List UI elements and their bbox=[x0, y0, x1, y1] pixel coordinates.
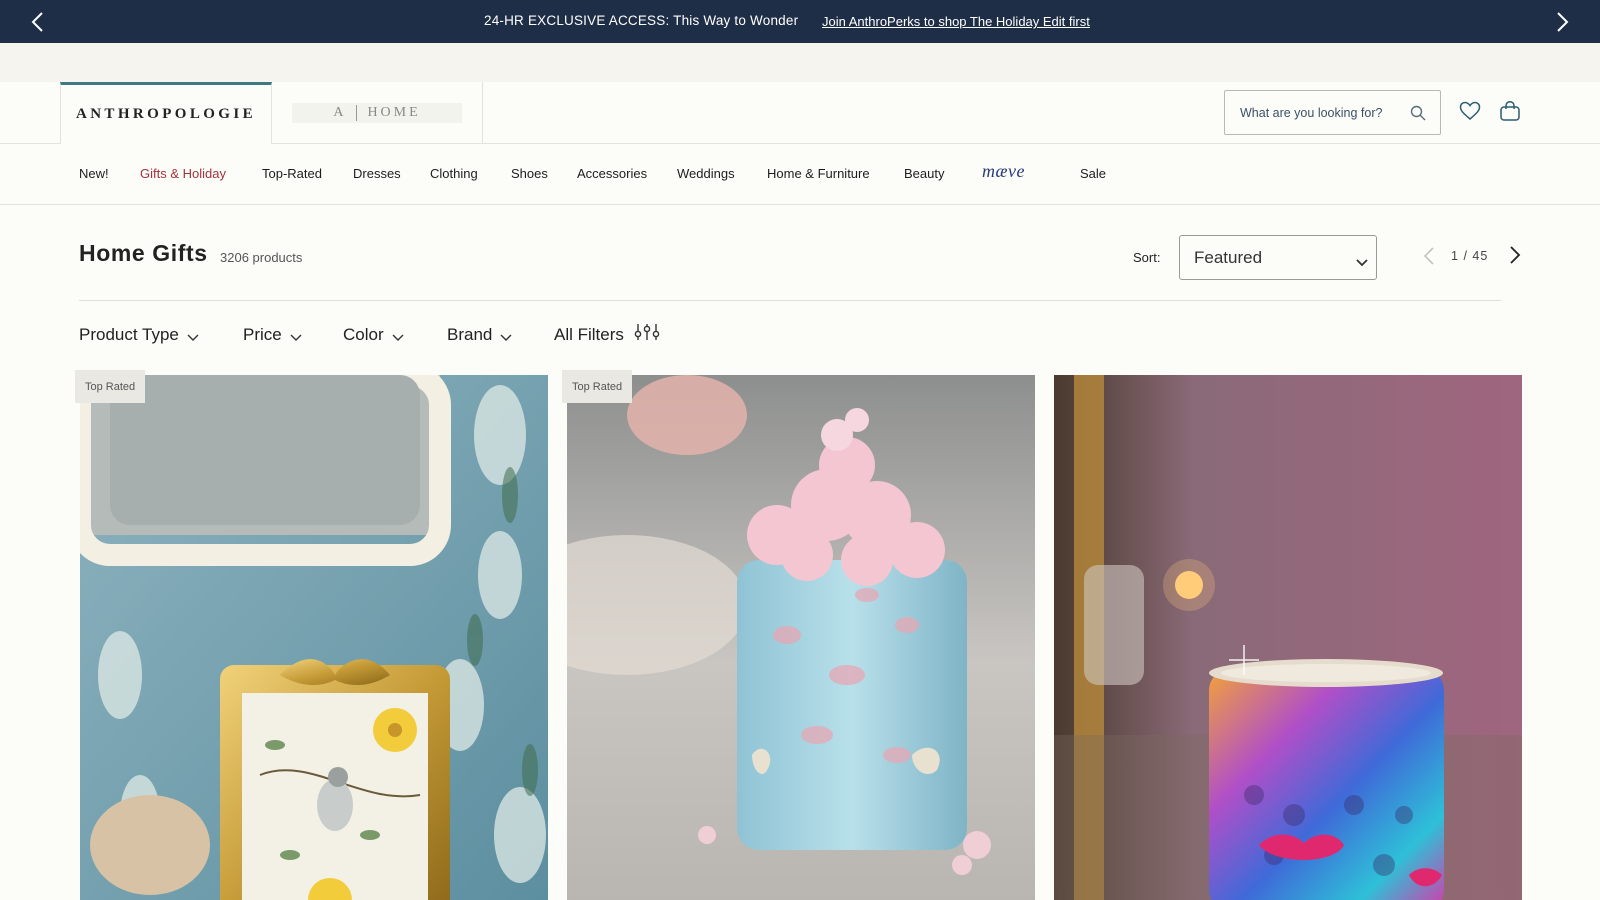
shopping-bag-icon[interactable] bbox=[1498, 99, 1522, 123]
product-image bbox=[1054, 375, 1522, 900]
search-input[interactable] bbox=[1240, 105, 1410, 120]
nav-item-new[interactable]: New! bbox=[79, 166, 109, 181]
chevron-down-icon bbox=[500, 327, 512, 347]
filter-label: Product Type bbox=[79, 325, 179, 344]
chevron-down-icon bbox=[1356, 252, 1368, 272]
search-box[interactable] bbox=[1224, 90, 1441, 135]
page-separator: / bbox=[1463, 249, 1468, 263]
top-rated-badge: Top Rated bbox=[75, 370, 146, 403]
page-total: 45 bbox=[1472, 249, 1489, 263]
next-page-icon[interactable] bbox=[1504, 242, 1526, 268]
product-image bbox=[567, 375, 1035, 900]
anthropologie-logo: ANTHROPOLOGIE bbox=[75, 106, 257, 122]
prev-page-icon[interactable] bbox=[1418, 243, 1440, 269]
nav-item-clothing[interactable]: Clothing bbox=[430, 166, 478, 181]
filter-price[interactable]: Price bbox=[243, 323, 302, 347]
nav-item-beauty[interactable]: Beauty bbox=[904, 166, 944, 181]
filter-sliders-icon bbox=[634, 323, 660, 346]
tab-anthropologie[interactable]: ANTHROPOLOGIE bbox=[60, 82, 272, 144]
nav-item-sale[interactable]: Sale bbox=[1080, 166, 1106, 181]
page-current: 1 bbox=[1451, 249, 1459, 263]
product-card-lips-candle[interactable] bbox=[1054, 375, 1522, 900]
filter-label: Brand bbox=[447, 325, 493, 344]
heart-icon[interactable] bbox=[1458, 99, 1482, 123]
divider bbox=[79, 300, 1501, 301]
nav-item-shoes[interactable]: Shoes bbox=[511, 166, 548, 181]
nav-item-dresses[interactable]: Dresses bbox=[353, 166, 401, 181]
tab-home[interactable]: A HOME bbox=[272, 82, 483, 144]
nav-item-gifts-holiday[interactable]: Gifts & Holiday bbox=[140, 166, 226, 181]
search-icon[interactable] bbox=[1410, 105, 1426, 126]
nav-item-weddings[interactable]: Weddings bbox=[677, 166, 735, 181]
home-logo: A HOME bbox=[292, 103, 462, 123]
main-nav: New! Gifts & Holiday Top-Rated Dresses C… bbox=[0, 144, 1600, 205]
filter-label: Color bbox=[343, 325, 384, 344]
promo-link[interactable]: Join AnthroPerks to shop The Holiday Edi… bbox=[822, 14, 1090, 29]
chevron-down-icon bbox=[187, 327, 199, 347]
sort-dropdown[interactable]: Featured bbox=[1179, 235, 1377, 280]
top-rated-badge: Top Rated bbox=[562, 370, 633, 403]
home-logo-text: HOME bbox=[367, 105, 421, 120]
product-card-glass-candle[interactable] bbox=[567, 375, 1035, 900]
chevron-left-icon[interactable] bbox=[24, 9, 50, 35]
nav-item-home-furniture[interactable]: Home & Furniture bbox=[767, 166, 870, 181]
nav-item-top-rated[interactable]: Top-Rated bbox=[262, 166, 322, 181]
nav-item-maeve-logo[interactable]: mæve bbox=[982, 161, 1025, 182]
promo-banner: 24-HR EXCLUSIVE ACCESS: This Way to Wond… bbox=[0, 0, 1600, 43]
filter-label: Price bbox=[243, 325, 282, 344]
product-count: 3206 products bbox=[220, 250, 303, 265]
all-filters-button[interactable]: All Filters bbox=[554, 323, 660, 346]
chevron-right-icon[interactable] bbox=[1550, 9, 1576, 35]
chevron-down-icon bbox=[290, 327, 302, 347]
product-card-picture-frame[interactable] bbox=[80, 375, 548, 900]
home-logo-divider bbox=[356, 105, 358, 121]
header-spacer bbox=[0, 43, 1600, 82]
product-image bbox=[80, 375, 548, 900]
page-title: Home Gifts bbox=[79, 240, 208, 266]
site-header: ANTHROPOLOGIE A HOME bbox=[0, 82, 1600, 144]
filter-color[interactable]: Color bbox=[343, 323, 404, 347]
filter-brand[interactable]: Brand bbox=[447, 323, 512, 347]
pagination-text: 1 / 45 bbox=[1451, 249, 1488, 263]
filter-product-type[interactable]: Product Type bbox=[79, 323, 199, 347]
nav-item-accessories[interactable]: Accessories bbox=[577, 166, 647, 181]
chevron-down-icon bbox=[392, 327, 404, 347]
sort-label: Sort: bbox=[1133, 250, 1161, 265]
home-logo-a: A bbox=[333, 105, 347, 120]
sort-value: Featured bbox=[1194, 247, 1263, 267]
filter-label: All Filters bbox=[554, 324, 624, 344]
promo-message: 24-HR EXCLUSIVE ACCESS: This Way to Wond… bbox=[484, 13, 799, 28]
